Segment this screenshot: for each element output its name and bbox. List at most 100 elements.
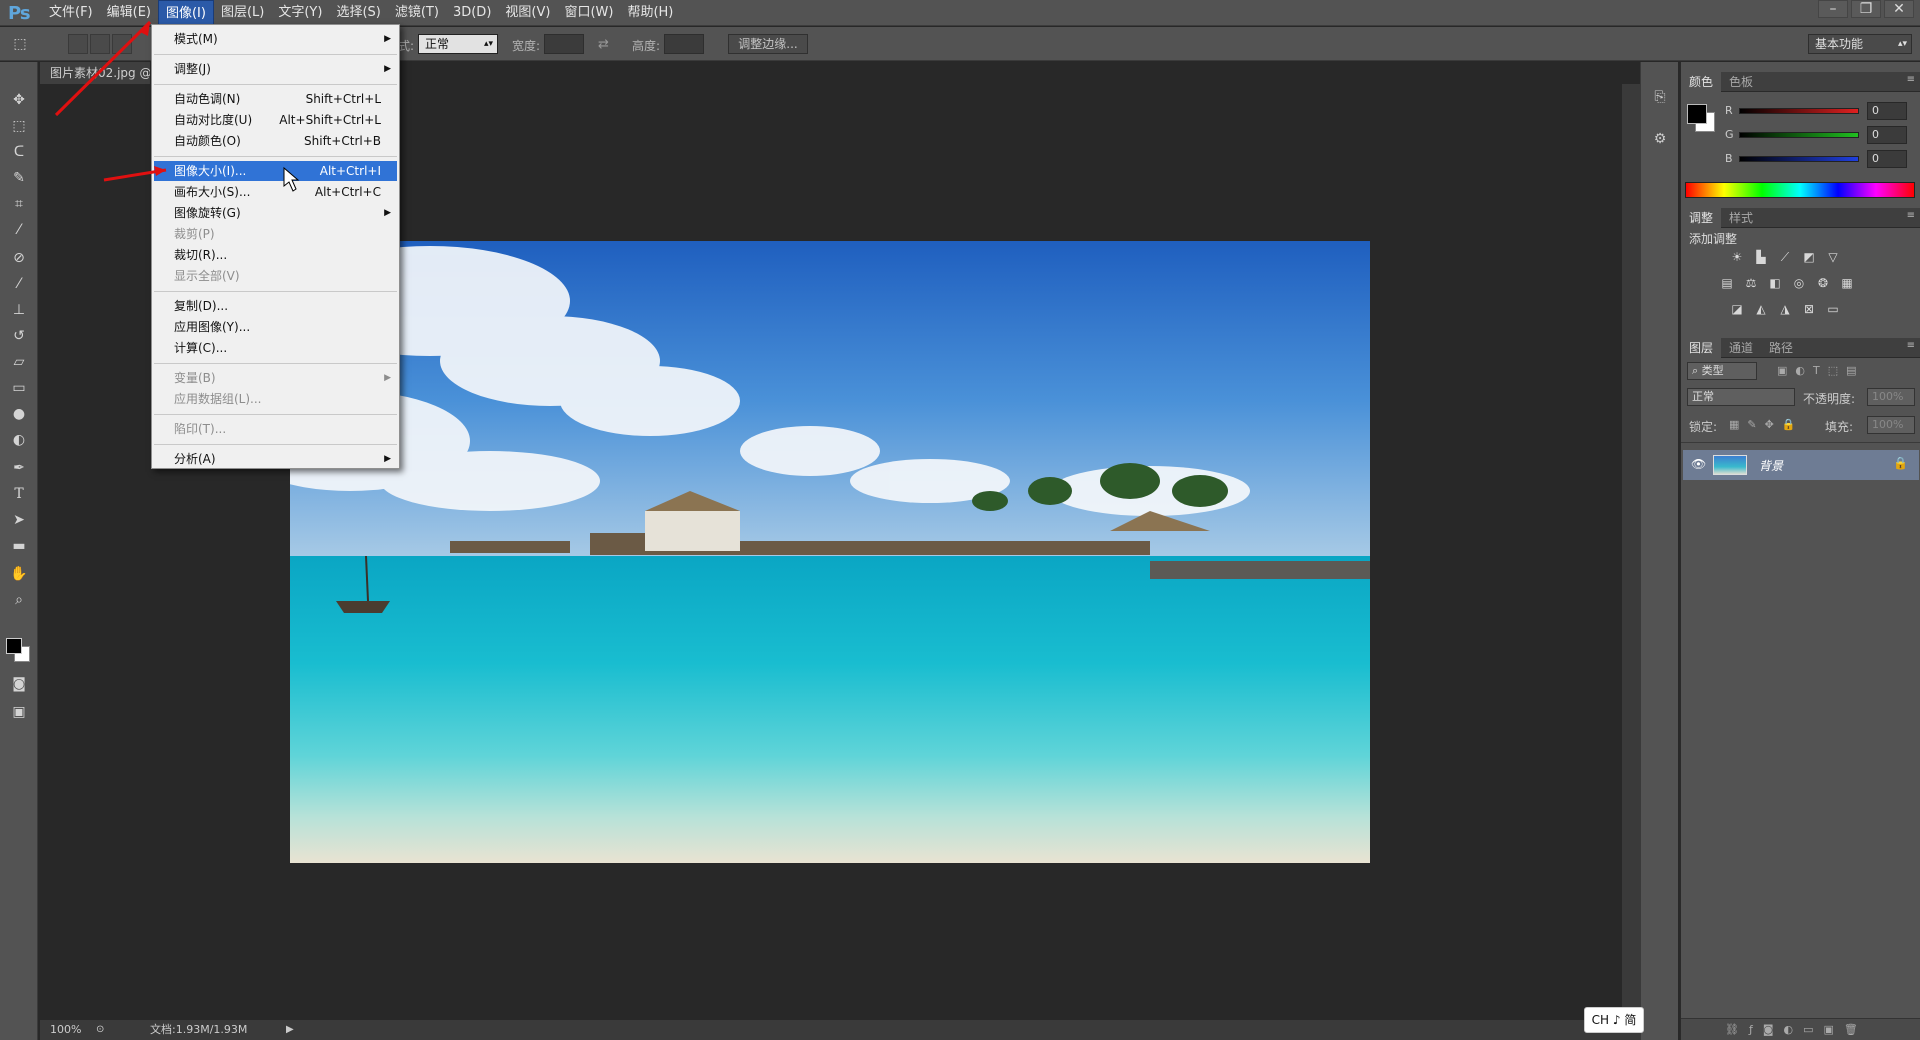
channel-slider[interactable] bbox=[1739, 156, 1859, 162]
swap-icon[interactable]: ⇄ bbox=[598, 37, 609, 52]
image-menu-item[interactable]: 计算(C)... bbox=[154, 338, 397, 358]
tab-swatches[interactable]: 色板 bbox=[1721, 72, 1761, 92]
channel-value-input[interactable]: 0 bbox=[1867, 126, 1907, 144]
color-spectrum-bar[interactable] bbox=[1685, 182, 1915, 198]
layer-filter-select[interactable]: ⌕ 类型 bbox=[1687, 362, 1757, 380]
exposure-icon[interactable]: ◩ bbox=[1801, 250, 1817, 264]
style-select[interactable]: 正常 ▴▾ bbox=[418, 34, 498, 54]
vertical-scrollbar[interactable] bbox=[1622, 84, 1640, 1019]
zoom-tool-icon[interactable]: ⌕ bbox=[8, 590, 30, 610]
posterize-icon[interactable]: ◭ bbox=[1753, 302, 1769, 316]
hue-saturation-icon[interactable]: ▤ bbox=[1719, 276, 1735, 290]
zoom-level[interactable]: 100% bbox=[50, 1020, 81, 1040]
menu-3d[interactable]: 3D(D) bbox=[446, 0, 498, 26]
tab-adjustments[interactable]: 调整 bbox=[1681, 208, 1722, 228]
panel-menu-icon[interactable]: ≡ bbox=[1907, 74, 1915, 85]
screen-mode-icon[interactable]: ▣ bbox=[8, 702, 30, 722]
image-menu-item[interactable]: 应用图像(Y)... bbox=[154, 317, 397, 337]
tab-color[interactable]: 颜色 bbox=[1681, 72, 1722, 92]
channel-slider[interactable] bbox=[1739, 132, 1859, 138]
color-balance-icon[interactable]: ⚖ bbox=[1743, 276, 1759, 290]
menu-edit[interactable]: 编辑(E) bbox=[100, 0, 158, 26]
path-select-tool-icon[interactable]: ➤ bbox=[8, 510, 30, 530]
vibrance-icon[interactable]: ▽ bbox=[1825, 250, 1841, 264]
levels-icon[interactable]: ▙ bbox=[1753, 250, 1769, 264]
fill-input[interactable]: 100% bbox=[1867, 416, 1915, 434]
type-tool-icon[interactable]: T bbox=[8, 484, 30, 504]
image-menu-item[interactable]: 复制(D)... bbox=[154, 296, 397, 316]
opacity-input[interactable]: 100% bbox=[1867, 388, 1915, 406]
hand-tool-icon[interactable]: ✋ bbox=[8, 564, 30, 584]
status-options-icon[interactable]: ⊙ bbox=[96, 1020, 104, 1040]
color-fg-swatch[interactable] bbox=[1687, 104, 1707, 124]
tab-layers[interactable]: 图层 bbox=[1681, 338, 1722, 358]
history-brush-tool-icon[interactable]: ↺ bbox=[8, 326, 30, 346]
status-arrow-icon[interactable]: ▶ bbox=[286, 1020, 294, 1040]
image-menu-item[interactable]: 图像旋转(G) ▶ bbox=[154, 203, 397, 223]
marquee-tool-icon[interactable]: ⬚ bbox=[8, 116, 30, 136]
workspace-select[interactable]: 基本功能 ▴▾ bbox=[1808, 34, 1912, 54]
minimize-button[interactable]: – bbox=[1818, 0, 1848, 18]
image-menu-item[interactable]: 自动对比度(U) Alt+Shift+Ctrl+L bbox=[154, 110, 397, 130]
channel-mixer-icon[interactable]: ❂ bbox=[1815, 276, 1831, 290]
menu-window[interactable]: 窗口(W) bbox=[557, 0, 620, 26]
black-white-icon[interactable]: ◧ bbox=[1767, 276, 1783, 290]
menu-view[interactable]: 视图(V) bbox=[498, 0, 557, 26]
menu-layer[interactable]: 图层(L) bbox=[214, 0, 271, 26]
menu-select[interactable]: 选择(S) bbox=[329, 0, 387, 26]
history-panel-icon[interactable]: ⎘ bbox=[1649, 86, 1671, 108]
lock-icons[interactable]: ▦✎✥🔒 bbox=[1729, 418, 1804, 431]
tab-styles[interactable]: 样式 bbox=[1721, 208, 1761, 228]
selective-color-icon[interactable]: ⊠ bbox=[1801, 302, 1817, 316]
tab-channels[interactable]: 通道 bbox=[1721, 338, 1761, 358]
restore-button[interactable]: ❐ bbox=[1851, 0, 1881, 18]
tab-paths[interactable]: 路径 bbox=[1761, 338, 1801, 358]
brightness-icon[interactable]: ☀ bbox=[1729, 250, 1745, 264]
channel-slider[interactable] bbox=[1739, 108, 1859, 114]
height-input[interactable] bbox=[664, 34, 704, 54]
refine-edge-button[interactable]: 调整边缘... bbox=[728, 34, 808, 54]
image-menu-item[interactable]: 画布大小(S)... Alt+Ctrl+C bbox=[154, 182, 397, 202]
image-menu-item[interactable]: 自动颜色(O) Shift+Ctrl+B bbox=[154, 131, 397, 151]
quick-select-tool-icon[interactable]: ✎ bbox=[8, 168, 30, 188]
image-menu-item[interactable]: 裁切(R)... bbox=[154, 245, 397, 265]
panel-menu-icon[interactable]: ≡ bbox=[1907, 210, 1915, 221]
blend-mode-select[interactable]: 正常 bbox=[1687, 388, 1795, 406]
invert-icon[interactable]: ◪ bbox=[1729, 302, 1745, 316]
close-button[interactable]: ✕ bbox=[1884, 0, 1914, 18]
shape-tool-icon[interactable]: ▬ bbox=[8, 536, 30, 556]
menu-file[interactable]: 文件(F) bbox=[42, 0, 100, 26]
lasso-tool-icon[interactable]: ᑕ bbox=[8, 142, 30, 162]
width-input[interactable] bbox=[544, 34, 584, 54]
quick-mask-icon[interactable]: ◙ bbox=[8, 674, 30, 694]
panel-menu-icon[interactable]: ≡ bbox=[1907, 340, 1915, 351]
crop-tool-icon[interactable]: ⌗ bbox=[8, 194, 30, 214]
pen-tool-icon[interactable]: ✒ bbox=[8, 458, 30, 478]
image-menu-item[interactable]: 调整(J) ▶ bbox=[154, 59, 397, 79]
image-menu-item[interactable]: 模式(M) ▶ bbox=[154, 29, 397, 49]
threshold-icon[interactable]: ◮ bbox=[1777, 302, 1793, 316]
marquee-preset-icon[interactable]: ⬚ bbox=[10, 34, 30, 54]
add-selection-button[interactable] bbox=[90, 34, 110, 54]
properties-panel-icon[interactable]: ⚙ bbox=[1649, 128, 1671, 150]
image-menu-item[interactable]: 图像大小(I)... Alt+Ctrl+I bbox=[154, 161, 397, 181]
layer-filter-icons[interactable]: ▣◐T⬚▤ bbox=[1777, 364, 1865, 377]
color-lookup-icon[interactable]: ▦ bbox=[1839, 276, 1855, 290]
eraser-tool-icon[interactable]: ▱ bbox=[8, 352, 30, 372]
layer-name[interactable]: 背景 bbox=[1759, 457, 1783, 474]
gradient-tool-icon[interactable]: ▭ bbox=[8, 378, 30, 398]
curves-icon[interactable]: ⟋ bbox=[1777, 250, 1793, 264]
stamp-tool-icon[interactable]: ⊥ bbox=[8, 300, 30, 320]
menu-type[interactable]: 文字(Y) bbox=[271, 0, 329, 26]
move-tool-icon[interactable]: ✥ bbox=[8, 90, 30, 110]
layers-footer-icons[interactable]: ⛓ƒ◙◐▭▣🗑 bbox=[1681, 1018, 1920, 1040]
brush-tool-icon[interactable]: ⁄ bbox=[8, 274, 30, 294]
menu-help[interactable]: 帮助(H) bbox=[620, 0, 680, 26]
layer-row[interactable]: 👁 背景 🔒 bbox=[1683, 450, 1919, 480]
photo-filter-icon[interactable]: ◎ bbox=[1791, 276, 1807, 290]
menu-image[interactable]: 图像(I) bbox=[157, 0, 214, 26]
blur-tool-icon[interactable]: ● bbox=[8, 404, 30, 424]
image-menu-item[interactable]: 自动色调(N) Shift+Ctrl+L bbox=[154, 89, 397, 109]
healing-brush-tool-icon[interactable]: ⊘ bbox=[8, 248, 30, 268]
dodge-tool-icon[interactable]: ◐ bbox=[8, 430, 30, 450]
